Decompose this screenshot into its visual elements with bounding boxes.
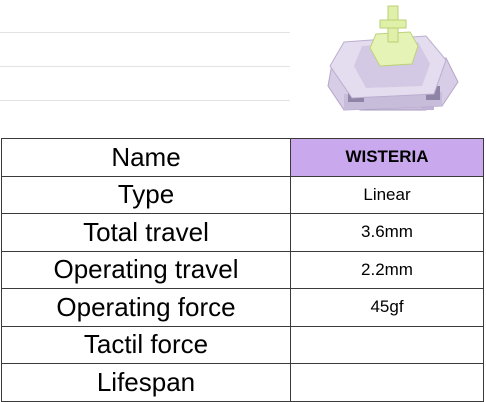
- table-row: Lifespan: [1, 363, 484, 402]
- sheet-gridline: [0, 100, 290, 101]
- switch-name-value: WISTERIA: [290, 138, 484, 177]
- sheet-gridline: [0, 66, 290, 67]
- table-row: Name WISTERIA: [1, 138, 484, 177]
- spec-label: Name: [1, 138, 291, 177]
- spec-label: Operating force: [1, 288, 291, 327]
- spec-table: Name WISTERIA Type Linear Total travel 3…: [1, 138, 484, 402]
- spec-value: Linear: [290, 175, 484, 214]
- spec-label: Operating travel: [1, 250, 291, 289]
- spec-label: Type: [1, 175, 291, 214]
- keyboard-switch-icon: [322, 2, 464, 128]
- table-row: Type Linear: [1, 175, 484, 214]
- spec-label: Lifespan: [1, 363, 291, 402]
- spec-value: [290, 363, 484, 402]
- spec-value: [290, 325, 484, 364]
- spec-value: 3.6mm: [290, 213, 484, 252]
- spec-value: 45gf: [290, 288, 484, 327]
- spec-value: 2.2mm: [290, 250, 484, 289]
- spec-label: Total travel: [1, 213, 291, 252]
- table-row: Total travel 3.6mm: [1, 213, 484, 252]
- table-row: Operating travel 2.2mm: [1, 250, 484, 289]
- spec-label: Tactil force: [1, 325, 291, 364]
- table-row: Tactil force: [1, 325, 484, 364]
- table-row: Operating force 45gf: [1, 288, 484, 327]
- sheet-gridline: [0, 32, 290, 33]
